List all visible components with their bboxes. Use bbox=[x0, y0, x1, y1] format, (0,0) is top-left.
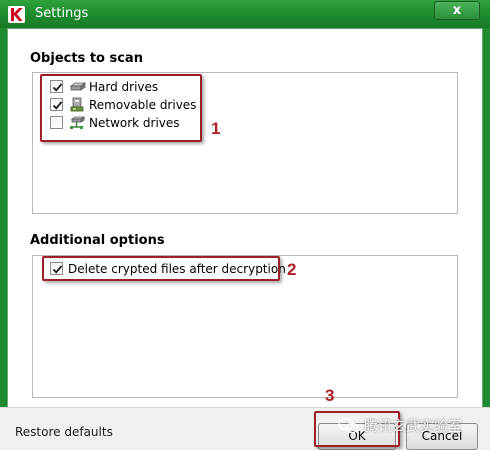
annotation-box-1 bbox=[40, 74, 202, 142]
annotation-box-2 bbox=[42, 256, 280, 281]
annotation-number-1: 1 bbox=[211, 119, 221, 138]
objects-to-scan-heading: Objects to scan bbox=[30, 51, 143, 66]
title-bar[interactable]: Settings x bbox=[0, 0, 490, 28]
annotation-number-2: 2 bbox=[287, 260, 297, 279]
close-icon: x bbox=[452, 3, 462, 18]
watermark-text: 腾讯玄武实验室 bbox=[364, 419, 462, 435]
watermark: 腾讯玄武实验室 bbox=[338, 415, 478, 437]
window-title: Settings bbox=[35, 6, 89, 21]
close-button[interactable]: x bbox=[434, 1, 480, 20]
wechat-icon bbox=[338, 417, 359, 434]
additional-options-heading: Additional options bbox=[30, 233, 165, 248]
restore-defaults-link[interactable]: Restore defaults bbox=[15, 425, 113, 439]
annotation-number-3: 3 bbox=[325, 386, 335, 405]
kaspersky-logo-icon bbox=[8, 6, 25, 23]
settings-window: Settings x Objects to scan Hard drives R… bbox=[0, 0, 490, 450]
